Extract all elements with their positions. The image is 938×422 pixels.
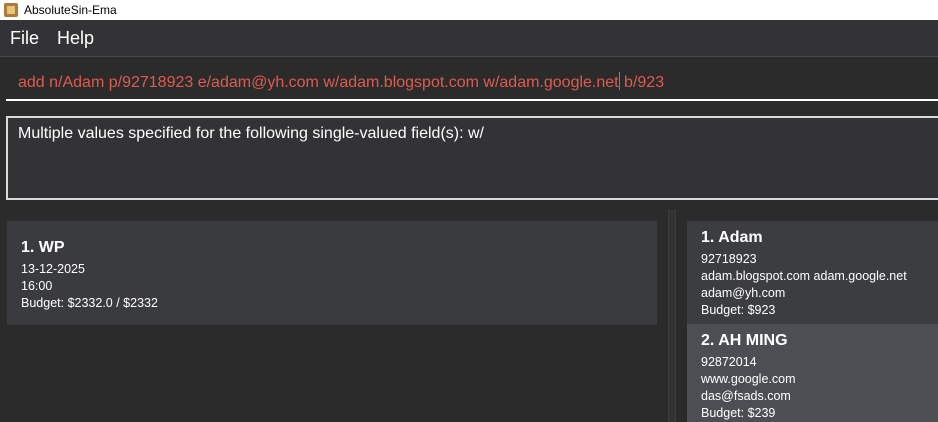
result-message: Multiple values specified for the follow… [18, 125, 484, 142]
event-title: 1. WP [21, 239, 65, 256]
app-icon [4, 3, 18, 17]
contact-card[interactable]: 2. AH MING 92872014 www.google.com das@f… [687, 324, 938, 422]
command-area: add n/Adam p/92718923 e/adam@yh.com w/ad… [0, 57, 938, 107]
event-list-panel[interactable]: 1. WP 13-12-2025 16:00 Budget: $2332.0 /… [0, 209, 668, 422]
contact-websites: adam.blogspot.com adam.google.net [701, 269, 907, 283]
command-text: add n/Adam p/92718923 e/adam@yh.com w/ad… [18, 72, 664, 92]
contact-email: das@fsads.com [701, 389, 791, 403]
contact-title: 1. Adam [701, 229, 763, 246]
contact-budget: Budget: $239 [701, 406, 776, 420]
window-title: AbsoluteSin-Ema [24, 3, 117, 17]
menu-help[interactable]: Help [57, 28, 94, 49]
menu-bar: File Help [0, 20, 938, 57]
event-date: 13-12-2025 [21, 262, 85, 276]
contact-budget: Budget: $923 [701, 303, 776, 317]
command-input[interactable]: add n/Adam p/92718923 e/adam@yh.com w/ad… [6, 63, 938, 101]
result-display[interactable]: Multiple values specified for the follow… [6, 116, 938, 200]
contact-phone: 92718923 [701, 252, 757, 266]
contact-websites: www.google.com [701, 372, 796, 386]
contact-email: adam@yh.com [701, 286, 786, 300]
event-time: 16:00 [21, 279, 53, 293]
pane-splitter[interactable] [668, 209, 676, 422]
contact-list-panel[interactable]: 1. Adam 92718923 adam.blogspot.com adam.… [676, 209, 938, 422]
result-area: Multiple values specified for the follow… [0, 108, 938, 208]
command-text-before-caret: add n/Adam p/92718923 e/adam@yh.com w/ad… [18, 74, 619, 91]
command-text-after-caret: b/923 [619, 74, 665, 91]
event-card[interactable]: 1. WP 13-12-2025 16:00 Budget: $2332.0 /… [7, 221, 657, 325]
contact-title: 2. AH MING [701, 332, 788, 349]
contact-card[interactable]: 1. Adam 92718923 adam.blogspot.com adam.… [687, 221, 938, 324]
event-budget: Budget: $2332.0 / $2332 [21, 296, 158, 310]
menu-file[interactable]: File [10, 28, 39, 49]
title-bar[interactable]: AbsoluteSin-Ema [0, 0, 938, 20]
app-window: AbsoluteSin-Ema File Help add n/Adam p/9… [0, 0, 938, 422]
contact-phone: 92872014 [701, 355, 757, 369]
